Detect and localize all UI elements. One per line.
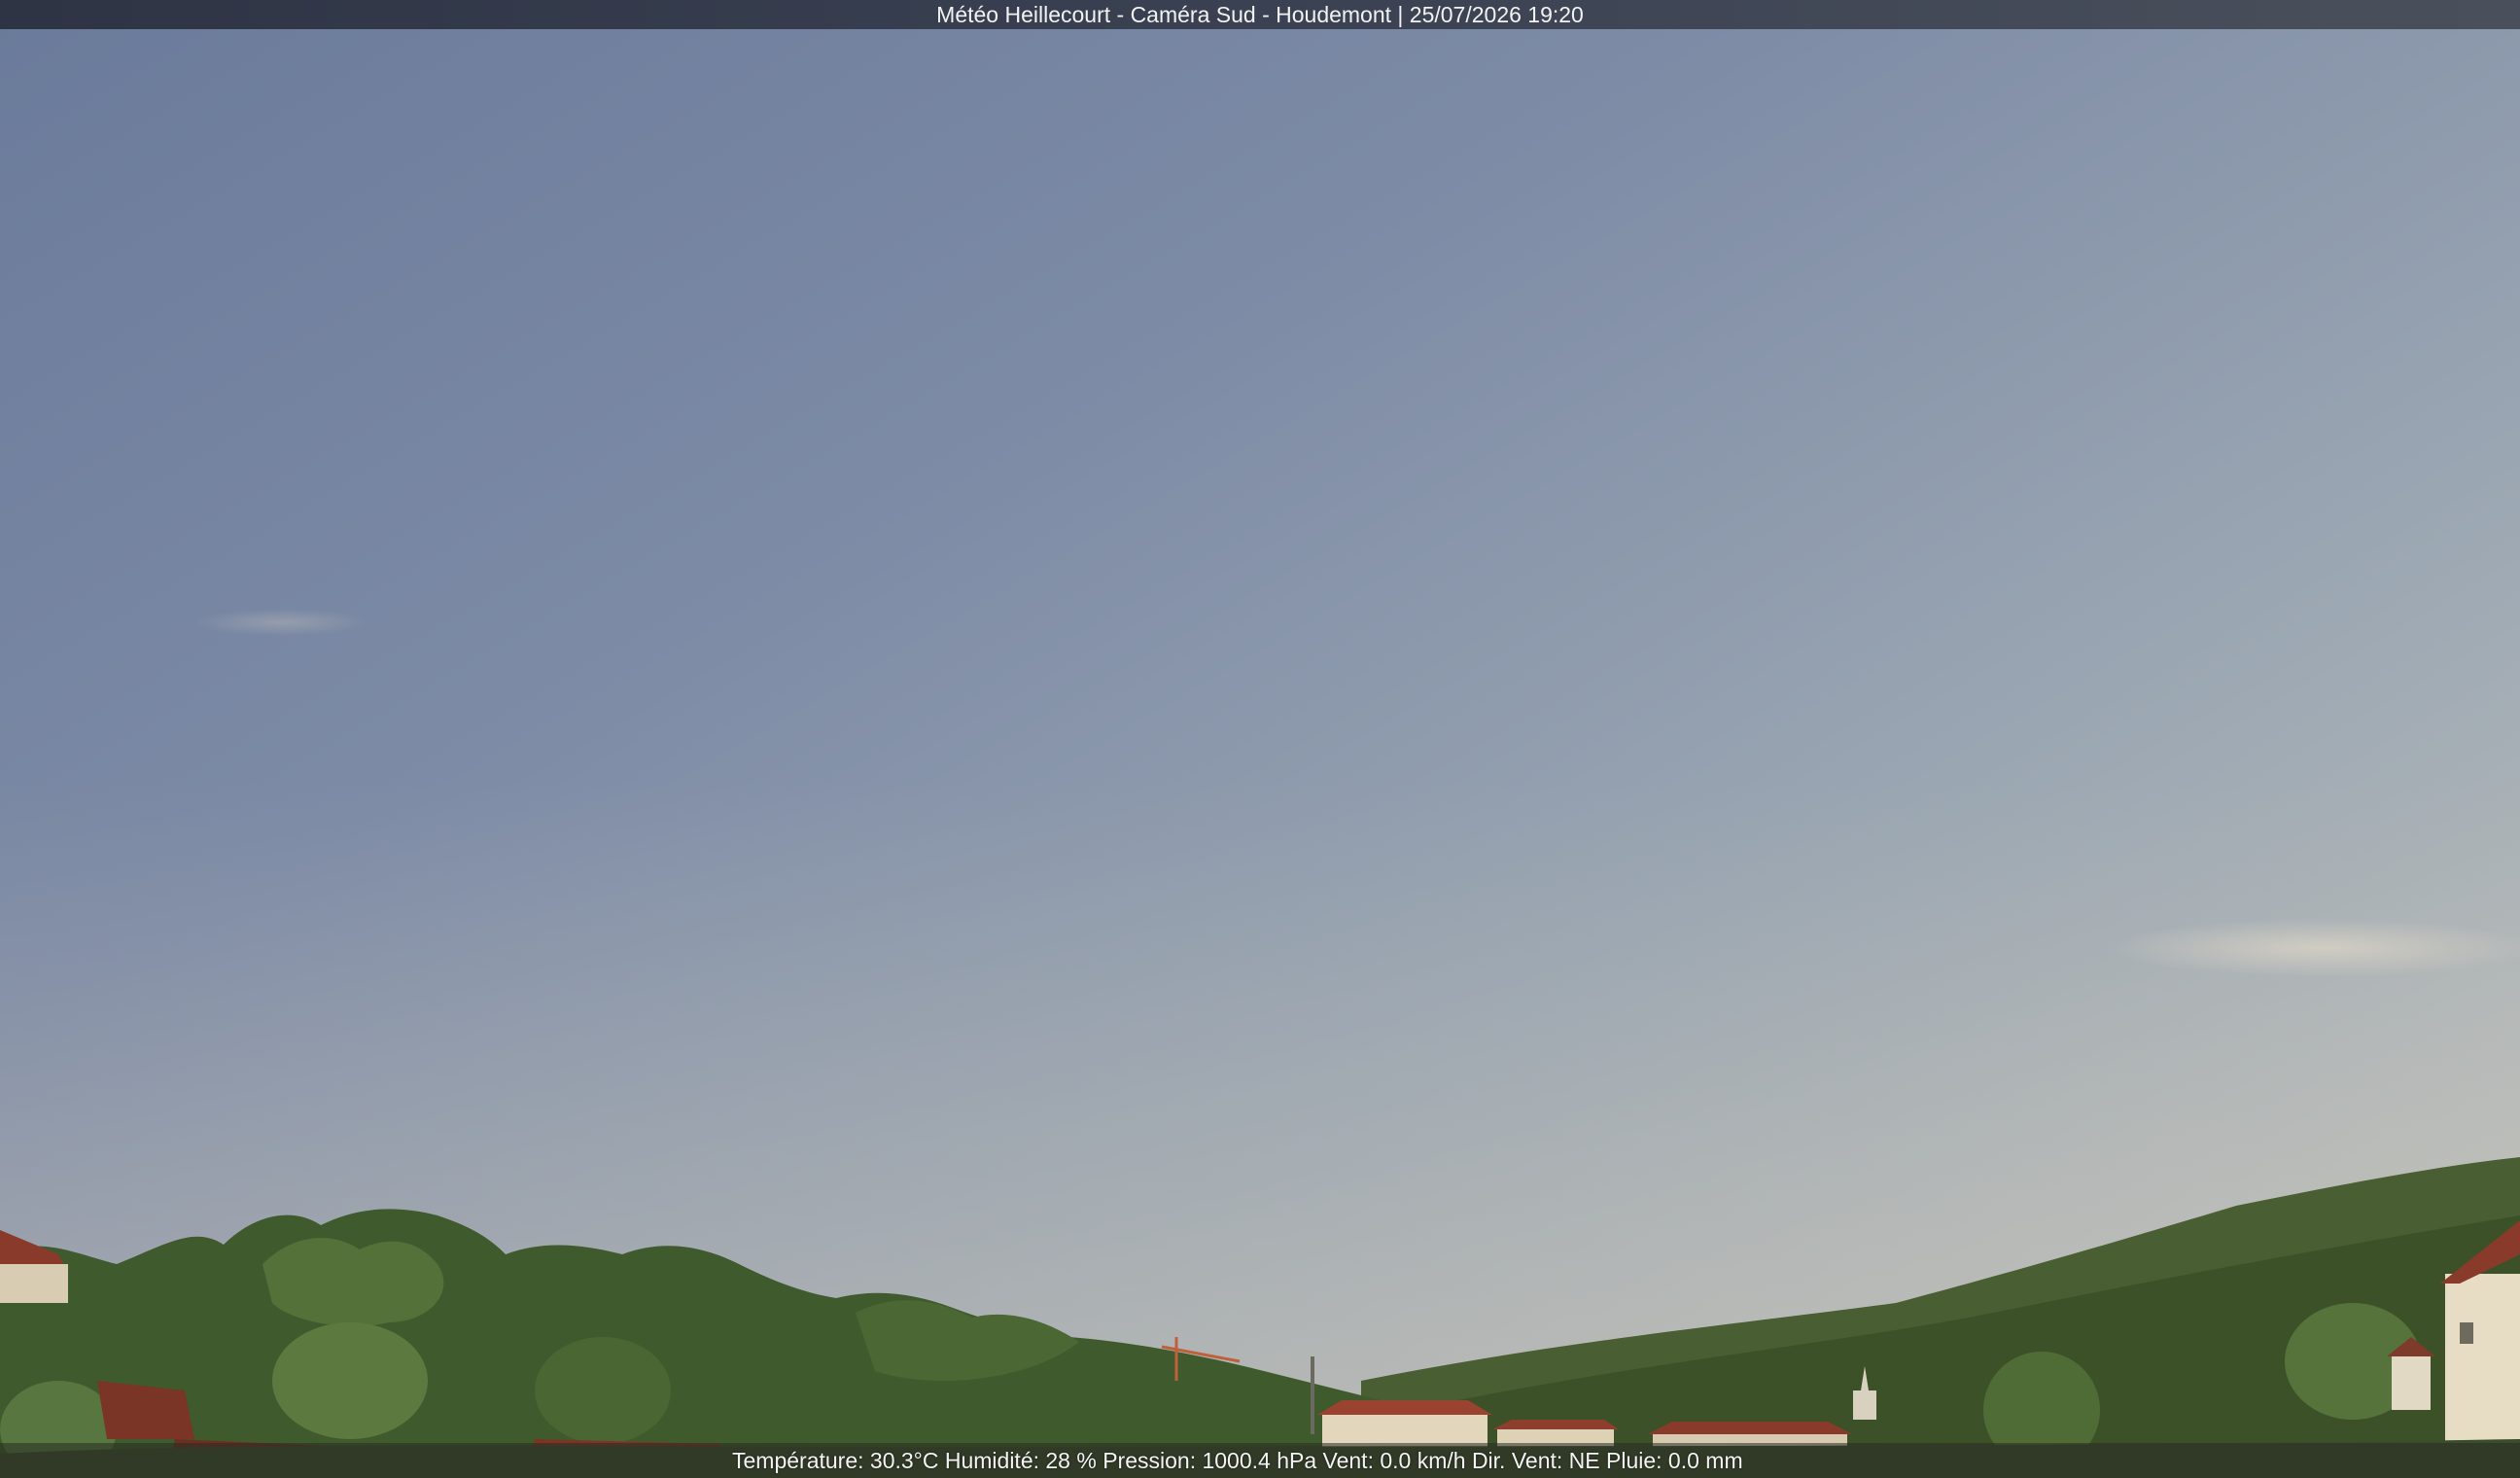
building-roof [1317,1400,1492,1415]
cloud [2110,919,2520,977]
cloud [194,609,369,636]
weather-readings: Température: 30.3°C Humidité: 28 % Press… [732,1448,1743,1473]
building-roof [1492,1420,1619,1429]
house-wall [2392,1356,2431,1410]
webcam-scene [0,0,2520,1478]
tree-cluster-left-highlight [262,1238,444,1326]
building-roof [1648,1422,1852,1434]
tree [272,1322,428,1439]
camera-title: Météo Heillecourt - Caméra Sud - Houdemo… [936,2,1584,27]
house-wall-right [2445,1274,2520,1468]
church-tower [1853,1390,1876,1420]
house-wall-left [0,1264,68,1303]
weather-data-bar: Température: 30.3°C Humidité: 28 % Press… [0,1443,2520,1478]
antenna-mast [1311,1356,1314,1434]
house-window [2460,1322,2473,1344]
tree [535,1337,671,1444]
camera-title-bar: Météo Heillecourt - Caméra Sud - Houdemo… [0,0,2520,29]
